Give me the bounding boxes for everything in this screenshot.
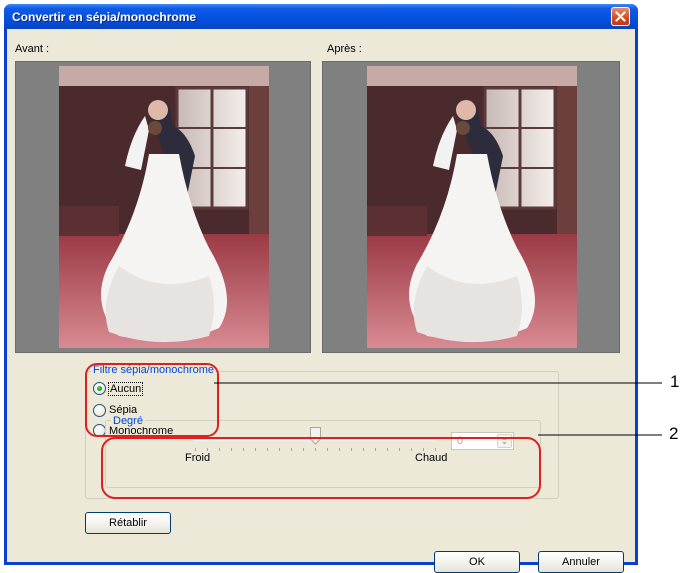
callout-number-1: 1 <box>670 372 680 391</box>
callout-lines <box>214 382 662 436</box>
callout-number-2: 2 <box>669 424 679 443</box>
